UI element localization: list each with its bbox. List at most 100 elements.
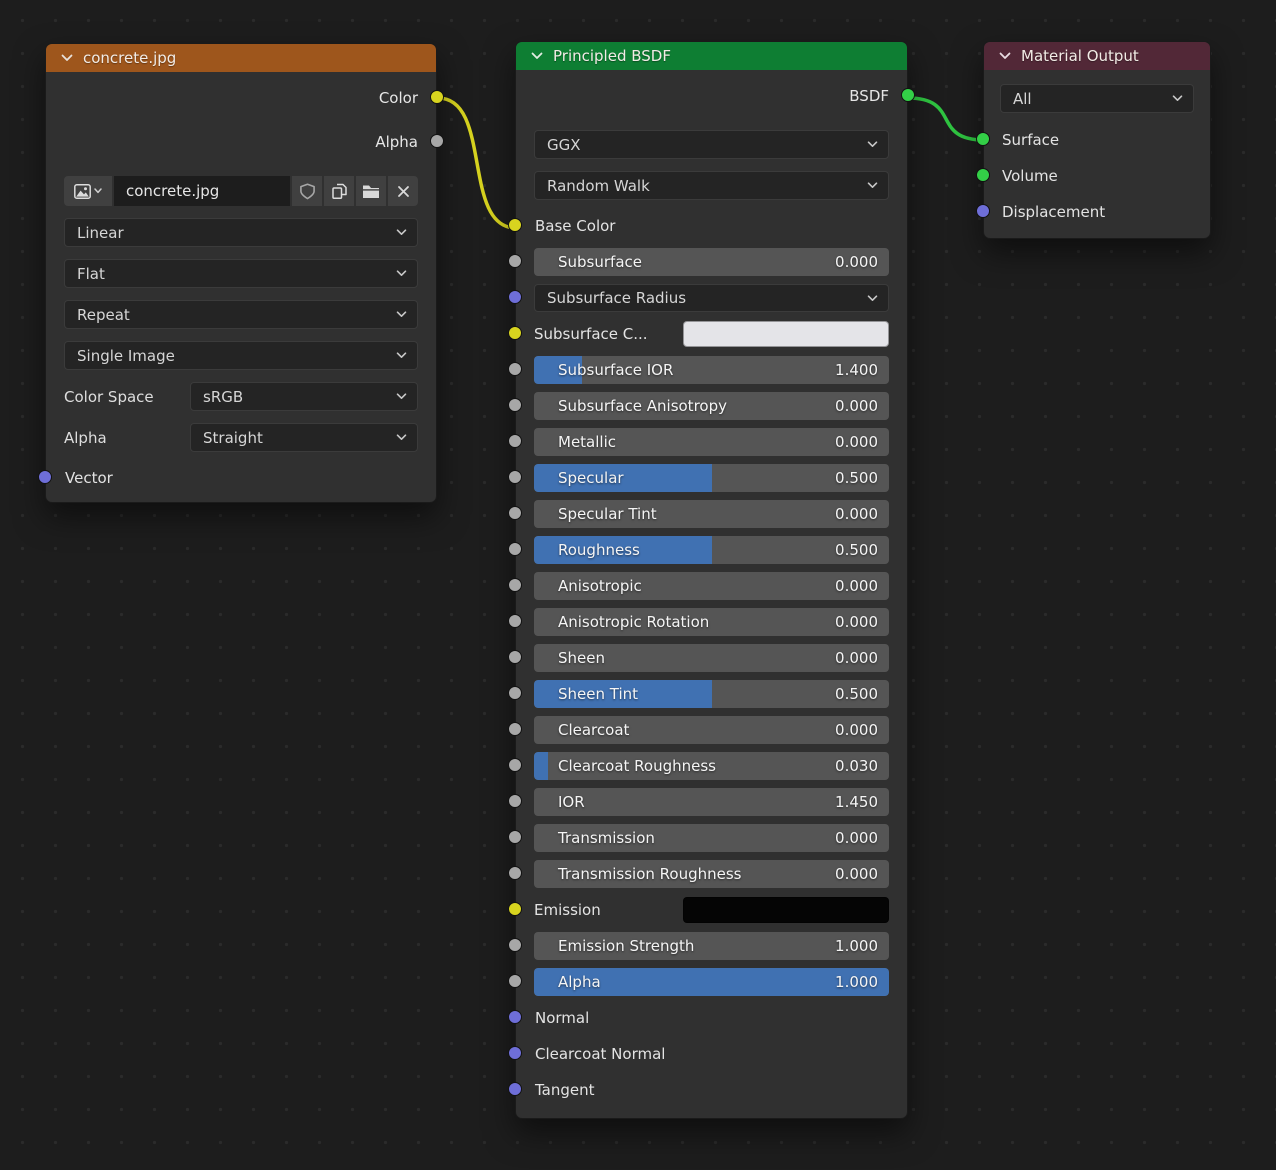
- input-socket[interactable]: [508, 758, 522, 772]
- number-slider[interactable]: Emission Strength 1.000: [534, 932, 889, 960]
- input-socket[interactable]: [508, 1046, 522, 1060]
- select-alpha-mode[interactable]: Straight: [190, 423, 418, 452]
- input-socket[interactable]: [508, 398, 522, 412]
- input-socket[interactable]: [508, 218, 522, 232]
- input-socket[interactable]: [508, 506, 522, 520]
- node-header[interactable]: Principled BSDF: [516, 42, 907, 70]
- input-socket[interactable]: [508, 938, 522, 952]
- output-socket[interactable]: [430, 90, 444, 104]
- input-socket[interactable]: [508, 470, 522, 484]
- input-label: Displacement: [1002, 203, 1105, 221]
- collapse-chevron-icon[interactable]: [531, 52, 543, 60]
- input-socket[interactable]: [508, 686, 522, 700]
- slider-label: Clearcoat: [558, 716, 629, 744]
- input-socket[interactable]: [976, 132, 990, 146]
- number-slider[interactable]: Transmission 0.000: [534, 824, 889, 852]
- select-subsurface-method[interactable]: Random Walk: [534, 171, 889, 200]
- close-icon: [397, 185, 410, 198]
- input-socket[interactable]: [508, 794, 522, 808]
- select-color-space[interactable]: sRGB: [190, 382, 418, 411]
- input-socket[interactable]: [976, 204, 990, 218]
- number-slider[interactable]: Clearcoat 0.000: [534, 716, 889, 744]
- number-slider[interactable]: Metallic 0.000: [534, 428, 889, 456]
- input-socket[interactable]: [508, 542, 522, 556]
- collapse-chevron-icon[interactable]: [61, 54, 73, 62]
- collapse-chevron-icon[interactable]: [999, 52, 1011, 60]
- number-slider[interactable]: Subsurface IOR 1.400: [534, 356, 889, 384]
- input-socket[interactable]: [508, 830, 522, 844]
- chevron-down-icon: [396, 393, 407, 400]
- select-interpolation[interactable]: Linear: [64, 218, 418, 247]
- slider-label: Sheen: [558, 644, 605, 672]
- number-slider[interactable]: Roughness 0.500: [534, 536, 889, 564]
- row-emission-strength: Emission Strength 1.000: [516, 932, 907, 960]
- input-socket[interactable]: [508, 434, 522, 448]
- input-socket[interactable]: [508, 650, 522, 664]
- number-slider[interactable]: Anisotropic Rotation 0.000: [534, 608, 889, 636]
- chevron-down-icon: [867, 182, 878, 189]
- row-metallic: Metallic 0.000: [516, 428, 907, 456]
- input-socket[interactable]: [508, 254, 522, 268]
- input-socket[interactable]: [508, 974, 522, 988]
- row-base-color: Base Color: [516, 212, 907, 240]
- open-file-button[interactable]: [356, 176, 386, 206]
- node-title: Principled BSDF: [553, 47, 671, 65]
- fake-user-button[interactable]: [292, 176, 322, 206]
- prop-label: Color Space: [64, 388, 190, 406]
- output-row-bsdf: BSDF: [516, 78, 907, 114]
- input-socket[interactable]: [38, 470, 52, 484]
- slider-label: IOR: [558, 788, 585, 816]
- input-socket[interactable]: [508, 1082, 522, 1096]
- input-socket[interactable]: [508, 902, 522, 916]
- input-socket[interactable]: [508, 578, 522, 592]
- number-slider[interactable]: Clearcoat Roughness 0.030: [534, 752, 889, 780]
- slider-label: Emission Strength: [558, 932, 694, 960]
- image-browse-button[interactable]: [64, 176, 112, 206]
- row-normal: Normal: [516, 1004, 907, 1032]
- input-socket[interactable]: [508, 866, 522, 880]
- select-distribution[interactable]: GGX: [534, 130, 889, 159]
- input-socket[interactable]: [508, 326, 522, 340]
- input-socket[interactable]: [508, 614, 522, 628]
- row-specular: Specular 0.500: [516, 464, 907, 492]
- input-socket[interactable]: [508, 362, 522, 376]
- node-header[interactable]: Material Output: [984, 42, 1210, 70]
- duplicate-button[interactable]: [324, 176, 354, 206]
- input-socket[interactable]: [508, 722, 522, 736]
- number-slider[interactable]: Specular 0.500: [534, 464, 889, 492]
- node-header[interactable]: concrete.jpg: [46, 44, 436, 72]
- input-socket[interactable]: [508, 290, 522, 304]
- input-label: Surface: [1002, 131, 1059, 149]
- slider-label: Specular Tint: [558, 500, 657, 528]
- node-material-output: Material Output All Surface Volume Displ…: [983, 41, 1211, 239]
- slider-value: 1.450: [835, 788, 878, 816]
- row-anisotropic-rotation: Anisotropic Rotation 0.000: [516, 608, 907, 636]
- number-slider[interactable]: Specular Tint 0.000: [534, 500, 889, 528]
- number-slider[interactable]: Anisotropic 0.000: [534, 572, 889, 600]
- select-source[interactable]: Single Image: [64, 341, 418, 370]
- slider-value: 0.000: [835, 716, 878, 744]
- output-socket[interactable]: [430, 134, 444, 148]
- node-title: concrete.jpg: [83, 49, 176, 67]
- select[interactable]: Subsurface Radius: [534, 284, 889, 312]
- number-slider[interactable]: Subsurface 0.000: [534, 248, 889, 276]
- number-slider[interactable]: Sheen 0.000: [534, 644, 889, 672]
- select-projection[interactable]: Flat: [64, 259, 418, 288]
- number-slider[interactable]: Transmission Roughness 0.000: [534, 860, 889, 888]
- node-principled-bsdf: Principled BSDF BSDF GGX Random Walk: [515, 41, 908, 1119]
- select-target[interactable]: All: [1000, 84, 1194, 113]
- number-slider[interactable]: Sheen Tint 0.500: [534, 680, 889, 708]
- input-socket[interactable]: [508, 1010, 522, 1024]
- unlink-button[interactable]: [388, 176, 418, 206]
- number-slider[interactable]: IOR 1.450: [534, 788, 889, 816]
- image-name-field[interactable]: concrete.jpg: [114, 176, 290, 206]
- slider-label: Specular: [558, 464, 624, 492]
- output-label: BSDF: [849, 87, 889, 105]
- select-extension[interactable]: Repeat: [64, 300, 418, 329]
- input-socket[interactable]: [976, 168, 990, 182]
- output-socket[interactable]: [901, 88, 915, 102]
- color-swatch[interactable]: [683, 321, 889, 347]
- color-swatch[interactable]: [683, 897, 889, 923]
- number-slider[interactable]: Subsurface Anisotropy 0.000: [534, 392, 889, 420]
- number-slider[interactable]: Alpha 1.000: [534, 968, 889, 996]
